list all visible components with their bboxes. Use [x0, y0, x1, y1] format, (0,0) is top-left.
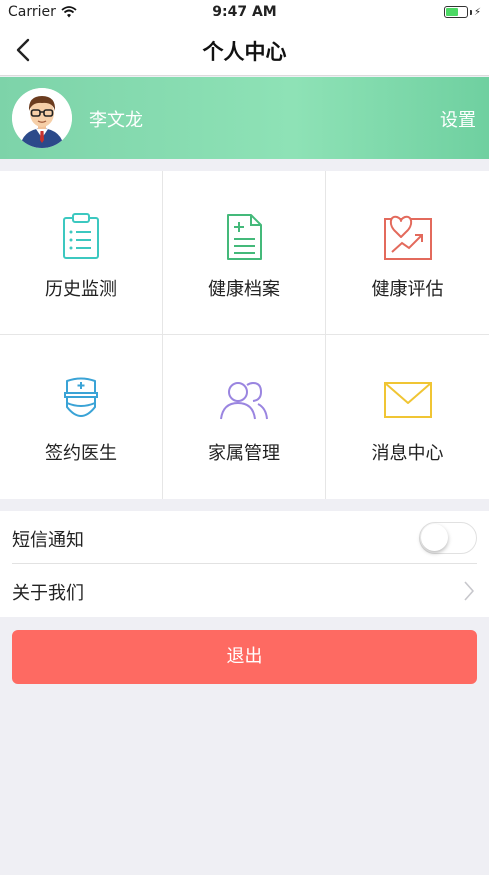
battery-fill — [445, 8, 458, 16]
menu-item-health-assessment[interactable]: 健康评估 — [326, 171, 489, 335]
menu-item-contracted-doctor[interactable]: 签约医生 — [0, 335, 163, 499]
battery-indicator: ⚡ — [443, 6, 481, 18]
menu-item-label: 健康评估 — [371, 279, 444, 300]
heart-chart-icon — [383, 215, 432, 260]
doctor-icon — [64, 377, 98, 417]
health-document-icon — [227, 214, 262, 260]
menu-item-label: 签约医生 — [45, 443, 117, 464]
avatar-illustration-icon — [12, 88, 72, 148]
logout-button[interactable]: 退出 — [12, 630, 477, 684]
menu-item-message-center[interactable]: 消息中心 — [326, 335, 489, 499]
clipboard-list-icon — [63, 213, 99, 259]
charging-icon: ⚡ — [473, 6, 481, 18]
settings-list: 短信通知 关于我们 — [0, 511, 489, 617]
user-name: 李文龙 — [89, 110, 143, 131]
sms-notification-row: 短信通知 — [0, 511, 489, 564]
menu-item-label: 消息中心 — [371, 443, 444, 464]
profile-banner[interactable]: 李文龙 设置 — [0, 77, 489, 159]
family-icon — [220, 381, 268, 420]
avatar[interactable] — [12, 88, 72, 148]
sms-notification-toggle[interactable] — [419, 522, 477, 554]
sms-notification-label: 短信通知 — [12, 530, 84, 551]
settings-button[interactable]: 设置 — [440, 106, 476, 132]
about-us-label: 关于我们 — [12, 583, 84, 604]
status-bar: Carrier 9:47 AM ⚡ — [0, 0, 489, 24]
clock: 9:47 AM — [212, 4, 277, 20]
chevron-right-icon — [464, 581, 474, 601]
menu-item-label: 健康档案 — [208, 279, 280, 300]
navigation-bar: 个人中心 — [0, 24, 489, 76]
envelope-icon — [383, 382, 432, 418]
battery-icon — [443, 6, 468, 18]
menu-item-label: 家属管理 — [208, 443, 280, 464]
menu-item-family-management[interactable]: 家属管理 — [163, 335, 326, 499]
battery-cap — [469, 9, 472, 15]
menu-item-health-record[interactable]: 健康档案 — [163, 171, 326, 335]
page-title: 个人中心 — [202, 40, 287, 64]
menu-item-label: 历史监测 — [45, 279, 117, 300]
feature-grid: 历史监测 健康档案 健康评估 签约医生 家属管理 消息中心 — [0, 171, 489, 499]
menu-item-history[interactable]: 历史监测 — [0, 171, 163, 335]
toggle-knob — [421, 524, 448, 551]
about-us-row[interactable]: 关于我们 — [0, 564, 489, 617]
